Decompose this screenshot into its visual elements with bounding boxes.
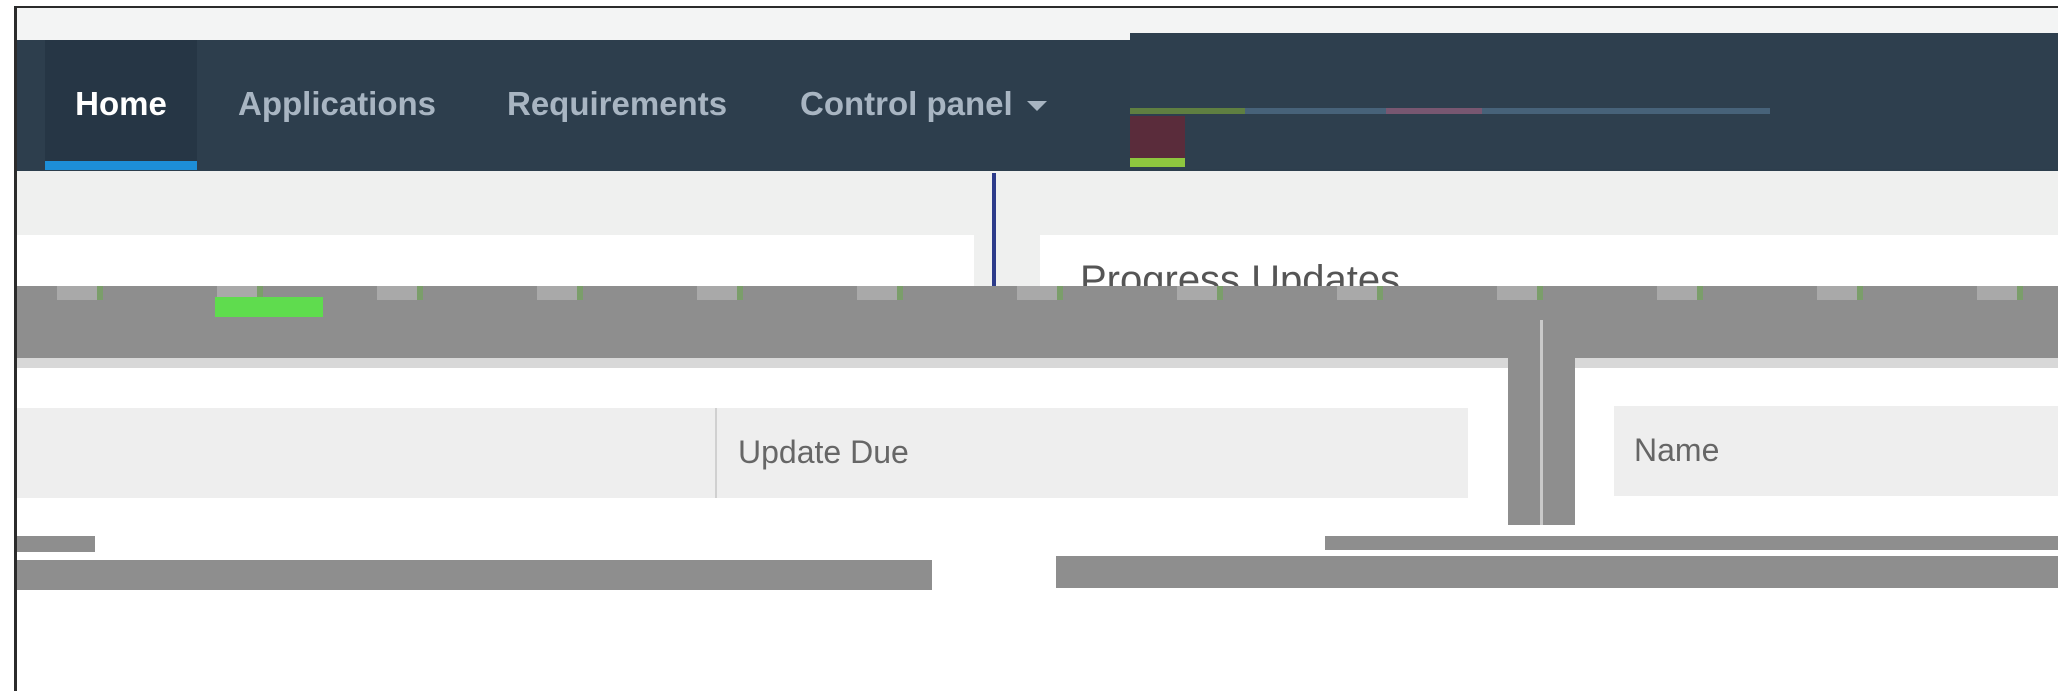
nav-item-label: Requirements	[507, 85, 728, 122]
table-left-header-separator	[715, 408, 717, 498]
app-window: Home Applications Requirements Control p…	[0, 0, 2058, 691]
nav-item-label: Home	[75, 85, 167, 122]
nav-item-applications[interactable]: Applications	[238, 40, 436, 168]
render-artifact-gutter-line	[1540, 320, 1543, 525]
navbar-artifact-bar	[1130, 158, 1185, 167]
nav-item-label: Control panel	[800, 85, 1013, 122]
panel-left-header	[17, 235, 974, 290]
navbar-artifact	[1130, 108, 1770, 114]
nav-active-indicator	[45, 161, 197, 170]
nav-item-label: Applications	[238, 85, 437, 122]
table-right-row[interactable]	[1056, 556, 2058, 588]
render-artifact-line	[17, 358, 2058, 368]
table-right-col-name-header[interactable]: Name	[1634, 432, 1719, 469]
table-left-row-artifact	[17, 536, 95, 552]
nav-item-home[interactable]: Home	[45, 40, 197, 168]
nav-item-control-panel[interactable]: Control panel	[800, 40, 1047, 168]
render-artifact-green	[215, 297, 323, 317]
render-artifact-band	[17, 286, 2058, 358]
chevron-down-icon	[1026, 101, 1047, 111]
panel-title-progress-updates: Progress Updates	[1080, 258, 1401, 288]
navbar-artifact-block	[1130, 116, 1185, 158]
nav-item-requirements[interactable]: Requirements	[507, 40, 727, 168]
top-navbar-right	[1130, 33, 2058, 169]
table-left-col-update-due-header[interactable]: Update Due	[738, 434, 909, 471]
panel-divider	[992, 173, 996, 288]
table-right-row-artifact	[1325, 536, 2058, 550]
table-left-row[interactable]	[17, 560, 932, 590]
